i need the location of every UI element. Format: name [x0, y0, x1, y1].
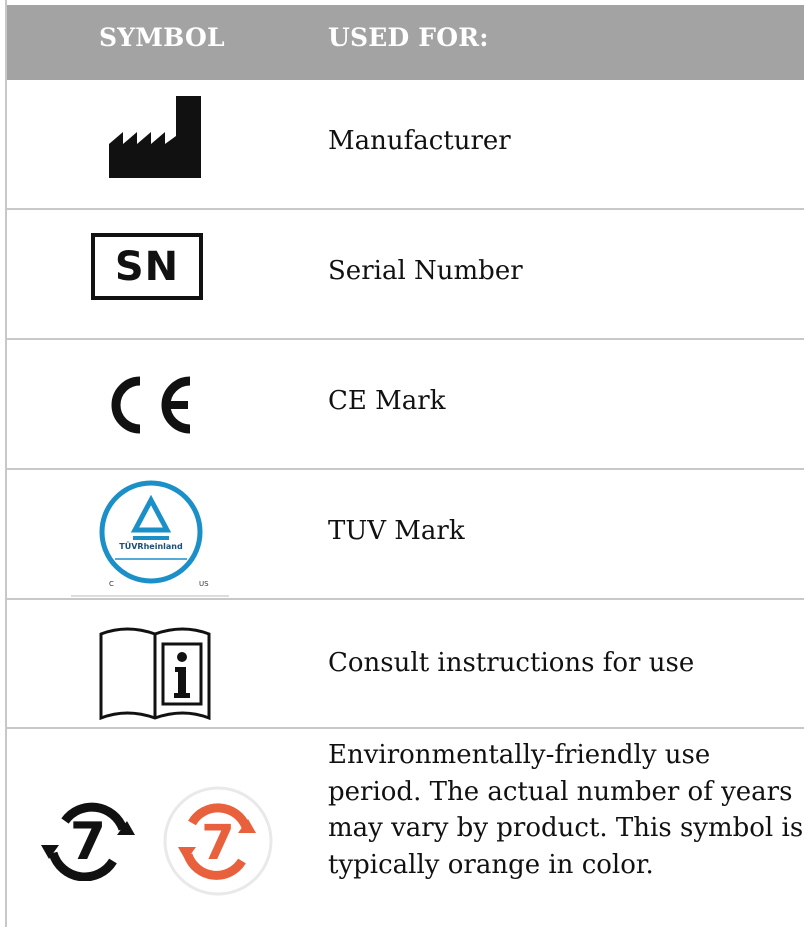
- environment-friendly-use-period-icon: 7: [163, 786, 273, 896]
- row-label: Serial Number: [328, 256, 523, 286]
- ce-mark-icon: [111, 376, 191, 434]
- manufacturer-icon: [109, 96, 201, 178]
- symbol-cell: [7, 600, 302, 727]
- row-label-line: may vary by product. This symbol is: [328, 813, 804, 843]
- table-row-manufacturer: Manufacturer: [7, 80, 804, 210]
- symbol-cell: SN: [7, 210, 302, 338]
- efup-black-icon: 7: [41, 802, 135, 881]
- symbol-cell: 7 7: [7, 729, 302, 927]
- symbol-cell: [7, 80, 302, 208]
- row-label: Consult instructions for use: [328, 648, 695, 678]
- row-label-line: period. The actual number of years: [328, 776, 793, 807]
- symbol-cell: TÜVRheinland C US: [7, 470, 302, 598]
- header-symbol: SYMBOL: [99, 23, 225, 52]
- table-row-serial-number: SN Serial Number: [7, 210, 804, 340]
- row-label-multiline: Environmentally-friendly use period. The…: [328, 737, 804, 883]
- table-header: SYMBOL USED FOR:: [7, 5, 804, 80]
- row-label: Manufacturer: [328, 126, 511, 156]
- tuv-corner-c: C: [109, 580, 114, 588]
- efup-number: 7: [70, 812, 106, 872]
- symbols-table: SYMBOL USED FOR: Manufacturer SN Serial …: [5, 0, 804, 927]
- tuv-mark-icon: TÜVRheinland C US: [69, 476, 231, 598]
- symbol-cell: [7, 340, 302, 468]
- serial-number-icon: SN: [91, 233, 203, 300]
- row-label: TUV Mark: [328, 516, 465, 546]
- header-used-for: USED FOR:: [328, 23, 489, 52]
- row-label-line: typically orange in color.: [328, 849, 654, 880]
- table-row-tuv-mark: TÜVRheinland C US TUV Mark: [7, 470, 804, 600]
- table-row-efup: 7 7 Environmentally-friendly use period.…: [7, 729, 804, 927]
- efup-number-orange: 7: [201, 815, 234, 871]
- tuv-corner-us: US: [199, 580, 209, 588]
- tuv-brand-text: TÜVRheinland: [119, 542, 183, 551]
- row-label-line: Environmentally-friendly use: [328, 740, 711, 770]
- row-label: CE Mark: [328, 386, 446, 416]
- table-row-ce-mark: CE Mark: [7, 340, 804, 470]
- table-row-consult-instructions: Consult instructions for use: [7, 600, 804, 729]
- consult-instructions-icon: [99, 627, 211, 720]
